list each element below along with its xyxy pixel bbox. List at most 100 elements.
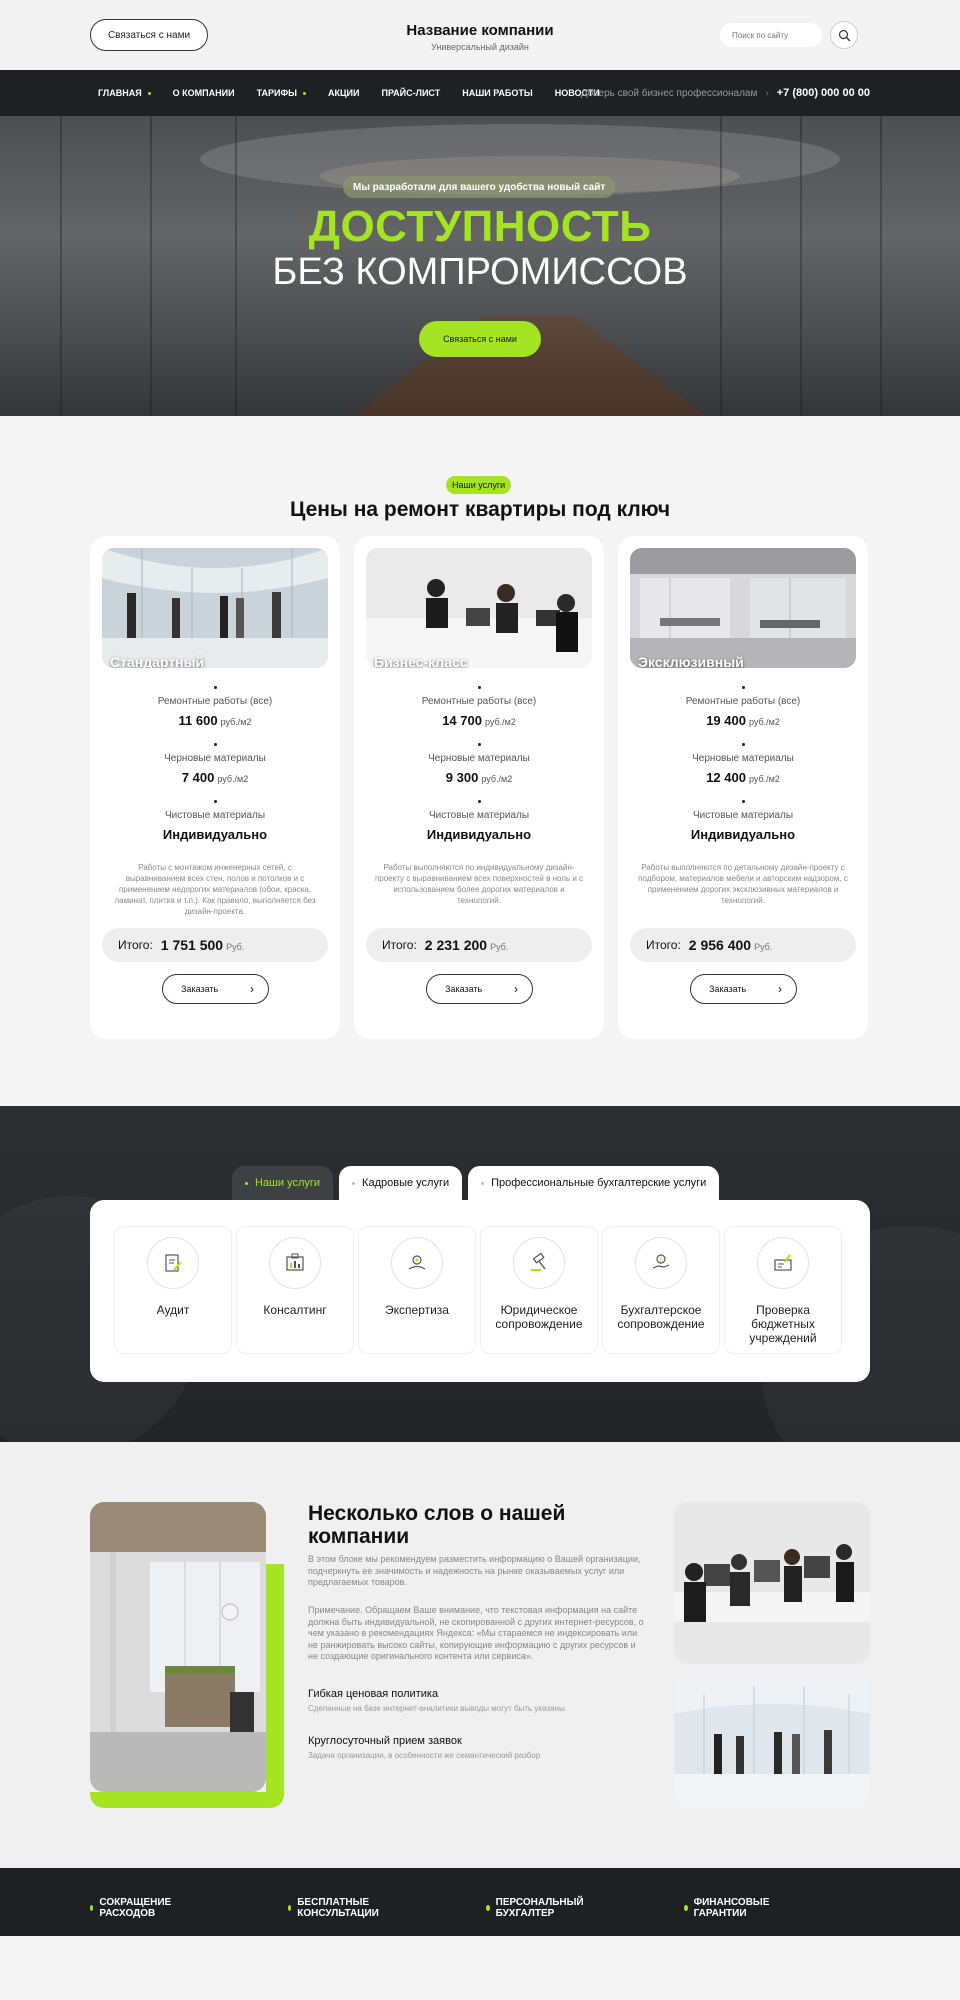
bullet-icon — [741, 686, 745, 689]
feature-title: Круглосуточный прием заявок — [308, 1735, 462, 1747]
price-unit: руб./м2 — [484, 717, 516, 727]
price-value-wrap: Индивидуально — [618, 827, 868, 842]
benefit-label: БЕСПЛАТНЫЕ КОНСУЛЬТАЦИИ — [297, 1897, 379, 1919]
service-item[interactable]: Проверка бюджетных учреждений — [724, 1226, 842, 1354]
total-label: Итого: — [646, 938, 681, 952]
tab-label: Кадровые услуги — [362, 1177, 450, 1189]
card-price-row: Ремонтные работы (все) 11 600 руб./м2 — [90, 686, 340, 728]
nav-dot-icon — [302, 91, 306, 95]
feature-subtitle: Задача организации, в особенности же сем… — [308, 1751, 541, 1760]
card-price-row: Черновые материалы 12 400 руб./м2 — [618, 743, 868, 785]
price-value-wrap: 7 400 руб./м2 — [90, 770, 340, 785]
card-price-row: Черновые материалы 7 400 руб./м2 — [90, 743, 340, 785]
nav-item[interactable]: НАШИ РАБОТЫ — [462, 88, 533, 98]
hero-title: БЕЗ КОМПРОМИССОВ — [272, 251, 688, 293]
card-title: Бизнес-класс — [374, 654, 468, 668]
about-photo-business — [674, 1674, 870, 1808]
nav-contact: Доверь свой бизнес профессионалам › +7 (… — [581, 70, 870, 116]
service-item[interactable]: Юридическое сопровождение — [480, 1226, 598, 1354]
price-label: Ремонтные работы (все) — [421, 696, 537, 707]
bullet-icon — [477, 743, 481, 746]
nav-item[interactable]: ТАРИФЫ — [257, 88, 306, 98]
price-value: Индивидуально — [162, 827, 268, 842]
service-tab[interactable]: Профессиональные бухгалтерские услуги — [468, 1166, 720, 1200]
tab-label: Наши услуги — [255, 1177, 321, 1189]
hero-badge: Мы разработали для вашего удобства новый… — [343, 176, 616, 198]
about-section: Несколько слов о нашей компании В этом б… — [0, 1442, 960, 1868]
price-unit: руб./м2 — [481, 774, 513, 784]
bullet-icon — [213, 743, 217, 746]
bullet-icon — [486, 1905, 490, 1911]
top-header: Связаться с нами Название компании Униве… — [0, 0, 960, 70]
tab-dot-icon — [481, 1181, 485, 1185]
bullet-icon — [741, 800, 745, 803]
bullet-icon — [684, 1905, 688, 1911]
svg-text:$: $ — [659, 1257, 663, 1264]
price-value: 9 300 — [445, 770, 479, 785]
service-tab[interactable]: Наши услуги — [232, 1166, 334, 1200]
price-unit: руб./м2 — [748, 774, 780, 784]
bullet-icon — [477, 686, 481, 689]
section-title: Цены на ремонт квартиры под ключ — [289, 498, 671, 521]
price-value-wrap: 9 300 руб./м2 — [354, 770, 604, 785]
bullet-icon — [741, 743, 745, 746]
benefit-label: ФИНАНСОВЫЕ ГАРАНТИИ — [693, 1897, 770, 1919]
about-note: Примечание. Обращаем Ваше внимание, что … — [308, 1605, 644, 1661]
service-item[interactable]: Консалтинг — [236, 1226, 354, 1354]
nav-menu: ГЛАВНАЯ О КОМПАНИИ ТАРИФЫ АКЦИИ ПРАЙС-ЛИСТ НА… — [98, 70, 622, 116]
bullet-icon — [213, 686, 217, 689]
order-button-label: Заказать — [709, 984, 747, 994]
hero-contact-button[interactable]: Связаться с нами — [419, 321, 541, 357]
order-button[interactable]: Заказать › — [162, 974, 269, 1004]
search-button[interactable] — [830, 21, 858, 49]
bullet-icon — [288, 1905, 292, 1911]
chevron-right-icon: › — [778, 982, 782, 996]
total-label: Итого: — [382, 938, 417, 952]
about-photo-office — [674, 1502, 870, 1664]
search-input[interactable] — [720, 23, 822, 47]
price-value: Индивидуально — [690, 827, 796, 842]
service-label: Экспертиза — [385, 1303, 449, 1317]
chevron-right-icon: › — [250, 982, 254, 996]
service-tab[interactable]: Кадровые услуги — [339, 1166, 463, 1200]
prices-section: Наши услуги Цены на ремонт квартиры под … — [0, 416, 960, 1106]
services-panel: Аудит Консалтинг Экспертиза Юридическое соп… — [90, 1200, 870, 1382]
price-label: Черновые материалы — [164, 753, 266, 764]
price-value: Индивидуально — [426, 827, 532, 842]
nav-item[interactable]: О КОМПАНИИ — [173, 88, 235, 98]
inspection-icon — [757, 1237, 809, 1289]
order-button-label: Заказать — [445, 984, 483, 994]
services-tabs: Наши услуги Кадровые услуги Профессиональн… — [232, 1166, 725, 1200]
accent-decoration — [90, 1792, 284, 1808]
expertise-icon — [391, 1237, 443, 1289]
card-price-row: Черновые материалы 9 300 руб./м2 — [354, 743, 604, 785]
price-value: 12 400 — [706, 770, 746, 785]
price-card: Эксклюзивный Ремонтные работы (все) 19 400… — [618, 536, 868, 1039]
benefit-item: ФИНАНСОВЫЕ ГАРАНТИИ — [684, 1897, 772, 1919]
service-item[interactable]: Экспертиза — [358, 1226, 476, 1354]
card-price-row: Ремонтные работы (все) 19 400 руб./м2 — [618, 686, 868, 728]
service-item[interactable]: $ Бухгалтерское сопровождение — [602, 1226, 720, 1354]
price-value: 7 400 — [181, 770, 215, 785]
price-unit: руб./м2 — [217, 774, 249, 784]
card-price-row: Чистовые материалы Индивидуально — [618, 800, 868, 842]
order-button[interactable]: Заказать › — [426, 974, 533, 1004]
nav-phone[interactable]: +7 (800) 000 00 00 — [777, 87, 870, 99]
price-value: 19 400 — [706, 713, 746, 728]
section-pill: Наши услуги — [446, 476, 512, 494]
order-button[interactable]: Заказать › — [690, 974, 797, 1004]
card-description: Работы выполняются по индивидуальному ди… — [374, 863, 584, 905]
total-unit: Руб. — [754, 941, 773, 952]
bullet-icon — [90, 1905, 94, 1911]
service-item[interactable]: Аудит — [114, 1226, 232, 1354]
bullet-icon — [477, 800, 481, 803]
nav-item[interactable]: ГЛАВНАЯ — [98, 88, 151, 98]
audit-icon — [147, 1237, 199, 1289]
gavel-icon — [513, 1237, 565, 1289]
nav-item-label: НАШИ РАБОТЫ — [462, 88, 533, 98]
service-label: Аудит — [156, 1303, 190, 1317]
nav-dot-icon — [147, 91, 151, 95]
chevron-right-icon: › — [514, 982, 518, 996]
nav-item[interactable]: АКЦИИ — [328, 88, 360, 98]
nav-item[interactable]: ПРАЙС-ЛИСТ — [382, 88, 441, 98]
